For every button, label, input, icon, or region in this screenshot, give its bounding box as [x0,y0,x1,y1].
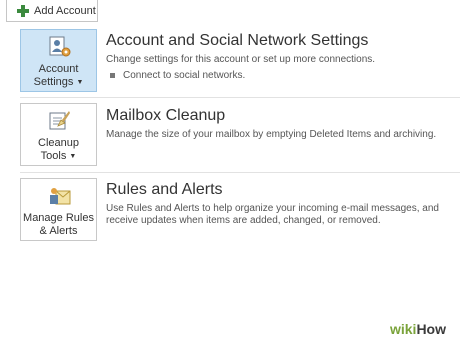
bullet-icon [110,73,115,78]
section-description: Manage the size of your mailbox by empty… [106,129,437,140]
account-settings-section: Account and Social Network Settings Chan… [106,31,451,81]
add-account-label: Add Account [34,4,96,17]
rules-alerts-section: Rules and Alerts Use Rules and Alerts to… [106,180,451,227]
section-divider [20,172,460,173]
bullet-label: Connect to social networks. [123,70,246,81]
section-title: Mailbox Cleanup [106,107,226,124]
dropdown-caret-icon: ▼ [69,153,77,160]
section-divider [20,97,460,98]
add-account-button[interactable]: Add Account [6,0,98,22]
rules-alerts-icon [50,188,71,205]
manage-rules-label-2: & Alerts [39,225,78,237]
watermark-part2: How [416,321,446,337]
account-settings-button[interactable]: Account Settings ▼ [20,29,97,92]
wikihow-watermark: wikiHow [385,319,450,339]
dropdown-caret-icon: ▼ [76,79,84,86]
cleanup-tools-label-1: Cleanup [38,137,79,149]
account-settings-label-1: Account [38,63,79,75]
cleanup-tools-label-2: Tools [40,150,67,162]
manage-rules-alerts-button[interactable]: Manage Rules & Alerts [20,178,97,241]
cleanup-tools-button[interactable]: Cleanup Tools ▼ [20,103,97,166]
account-settings-label-2: Settings [33,76,74,88]
manage-rules-label-1: Manage Rules [23,212,94,224]
section-description: Change settings for this account or set … [106,54,376,65]
account-settings-icon [49,36,71,57]
plus-icon [17,4,29,17]
connect-social-link[interactable]: Connect to social networks. [106,70,451,81]
cleanup-tools-icon [49,111,70,130]
watermark-part1: wiki [389,321,417,337]
section-title: Rules and Alerts [106,181,223,198]
section-title: Account and Social Network Settings [106,32,369,49]
section-description: Use Rules and Alerts to help organize yo… [106,203,439,226]
mailbox-cleanup-section: Mailbox Cleanup Manage the size of your … [106,106,451,141]
